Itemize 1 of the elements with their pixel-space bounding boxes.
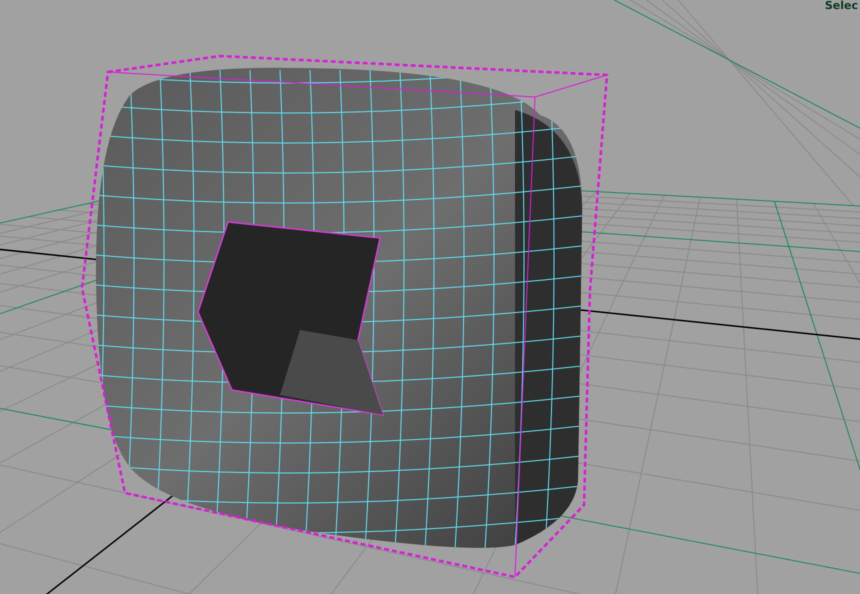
status-text: Selec bbox=[824, 0, 858, 11]
